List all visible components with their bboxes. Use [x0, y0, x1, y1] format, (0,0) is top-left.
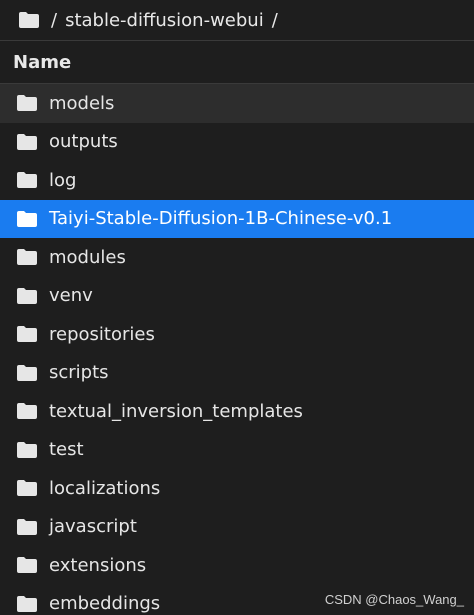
folder-name: test	[49, 439, 84, 461]
folder-icon	[16, 248, 38, 266]
folder-icon	[16, 518, 38, 536]
list-item[interactable]: venv	[0, 277, 474, 316]
folder-icon	[16, 595, 38, 613]
folder-icon	[16, 325, 38, 343]
folder-icon	[16, 364, 38, 382]
breadcrumb: / stable-diffusion-webui /	[0, 0, 474, 40]
folder-icon	[16, 94, 38, 112]
folder-name: modules	[49, 246, 126, 268]
list-item[interactable]: test	[0, 431, 474, 470]
list-item[interactable]: extensions	[0, 546, 474, 585]
list-item[interactable]: log	[0, 161, 474, 200]
folder-name: embeddings	[49, 593, 161, 615]
folder-icon	[16, 441, 38, 459]
folder-icon	[16, 402, 38, 420]
folder-name: repositories	[49, 323, 155, 345]
list-item[interactable]: modules	[0, 238, 474, 277]
column-header-name[interactable]: Name	[0, 40, 474, 84]
folder-name: Taiyi-Stable-Diffusion-1B-Chinese-v0.1	[49, 208, 393, 230]
list-item[interactable]: javascript	[0, 508, 474, 547]
list-item[interactable]: outputs	[0, 123, 474, 162]
folder-icon	[16, 556, 38, 574]
folder-name: scripts	[49, 362, 109, 384]
folder-icon	[16, 171, 38, 189]
folder-name: outputs	[49, 131, 118, 153]
watermark: CSDN @Chaos_Wang_	[324, 592, 464, 607]
folder-name: textual_inversion_templates	[49, 400, 303, 422]
folder-name: log	[49, 169, 77, 191]
list-item[interactable]: localizations	[0, 469, 474, 508]
folder-name: models	[49, 92, 115, 114]
folder-icon	[16, 133, 38, 151]
folder-icon	[16, 287, 38, 305]
folder-icon	[18, 11, 40, 29]
folder-name: extensions	[49, 554, 147, 576]
folder-icon	[16, 210, 38, 228]
file-list: models outputs log Taiyi-Stable-Diffusion-1…	[0, 84, 474, 615]
list-item[interactable]: models	[0, 84, 474, 123]
list-item[interactable]: repositories	[0, 315, 474, 354]
folder-name: localizations	[49, 477, 161, 499]
list-item[interactable]: textual_inversion_templates	[0, 392, 474, 431]
breadcrumb-root-separator: /	[51, 9, 58, 31]
folder-icon	[16, 479, 38, 497]
file-browser: / stable-diffusion-webui / Name models ou…	[0, 0, 474, 615]
folder-name: venv	[49, 285, 93, 307]
list-item[interactable]: Taiyi-Stable-Diffusion-1B-Chinese-v0.1	[0, 199, 474, 238]
breadcrumb-trailing-separator: /	[271, 9, 278, 31]
list-item[interactable]: scripts	[0, 354, 474, 393]
folder-name: javascript	[49, 516, 137, 538]
breadcrumb-item-folder[interactable]: stable-diffusion-webui	[65, 10, 264, 31]
column-header-label: Name	[13, 51, 72, 73]
